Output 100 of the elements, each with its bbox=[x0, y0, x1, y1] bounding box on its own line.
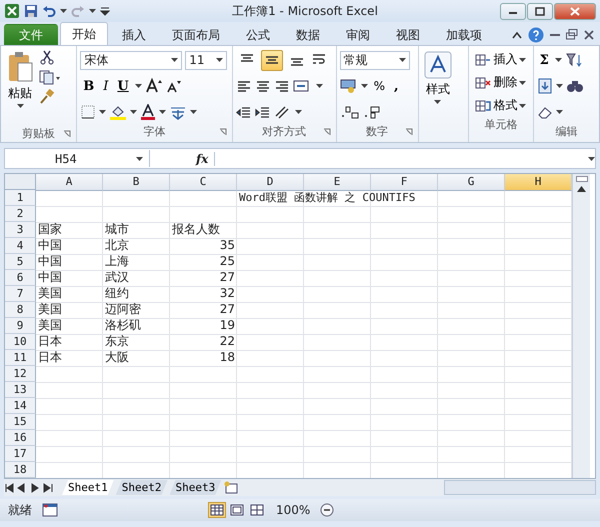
ribbon-tab[interactable]: 页面布局 bbox=[160, 24, 232, 45]
find-icon[interactable] bbox=[566, 79, 584, 93]
sheet-tab[interactable]: Sheet3 bbox=[170, 480, 222, 495]
dialog-launcher-icon[interactable] bbox=[404, 128, 413, 136]
row-header[interactable]: 16 bbox=[5, 430, 36, 446]
column-header[interactable]: A bbox=[36, 174, 103, 191]
help-icon[interactable] bbox=[528, 26, 544, 42]
underline-button[interactable]: U bbox=[114, 76, 132, 96]
horizontal-scrollbar[interactable] bbox=[444, 480, 596, 495]
row-header[interactable]: 1 bbox=[5, 190, 36, 206]
font-name-field[interactable]: 宋体 bbox=[80, 50, 182, 70]
percent-button[interactable]: % bbox=[370, 76, 388, 96]
currency-icon[interactable] bbox=[340, 78, 358, 94]
ribbon-tab[interactable]: 数据 bbox=[284, 24, 332, 45]
column-header[interactable]: C bbox=[170, 174, 237, 191]
view-button[interactable] bbox=[228, 502, 246, 518]
dialog-launcher-icon[interactable] bbox=[322, 128, 331, 136]
row-header[interactable]: 13 bbox=[5, 382, 36, 398]
column-header[interactable]: F bbox=[371, 174, 438, 191]
ribbon-tab[interactable]: 审阅 bbox=[334, 24, 382, 45]
styles-button[interactable]: 样式 bbox=[422, 49, 454, 125]
restore-workbook-icon[interactable] bbox=[566, 29, 578, 40]
insert-sheet-icon[interactable] bbox=[223, 481, 240, 494]
italic-button[interactable]: I bbox=[100, 76, 112, 96]
scroll-up-icon[interactable] bbox=[577, 186, 586, 192]
paste-button[interactable]: 粘贴 bbox=[4, 49, 36, 125]
ribbon-tab[interactable]: 插入 bbox=[110, 24, 158, 45]
row-header[interactable]: 7 bbox=[5, 286, 36, 302]
split-handle-icon[interactable] bbox=[576, 176, 588, 182]
zoom-out-icon[interactable] bbox=[320, 503, 334, 517]
format-painter-icon[interactable] bbox=[39, 89, 55, 105]
row-header[interactable]: 14 bbox=[5, 398, 36, 414]
spreadsheet-app-icon[interactable] bbox=[4, 3, 20, 19]
ribbon-tab[interactable]: 公式 bbox=[234, 24, 282, 45]
insert-function-button[interactable]: fx bbox=[190, 152, 216, 166]
view-button[interactable] bbox=[208, 502, 226, 518]
ribbon-tab[interactable]: 开始 bbox=[60, 22, 108, 45]
font-size-field[interactable]: 11 bbox=[185, 50, 228, 70]
dialog-launcher-icon[interactable] bbox=[63, 130, 72, 138]
copy-icon[interactable] bbox=[39, 69, 61, 85]
row-header[interactable]: 9 bbox=[5, 318, 36, 334]
dialog-launcher-icon[interactable] bbox=[218, 128, 227, 136]
row-header[interactable]: 17 bbox=[5, 446, 36, 462]
customize-toolbar-icon[interactable] bbox=[100, 5, 110, 17]
cells-button[interactable]: 格式 bbox=[472, 95, 530, 116]
clear-icon[interactable] bbox=[536, 105, 553, 119]
row-header[interactable]: 2 bbox=[5, 206, 36, 222]
cut-icon[interactable] bbox=[39, 49, 55, 65]
sheet-tab[interactable]: Sheet1 bbox=[62, 480, 114, 495]
decrease-indent-icon[interactable] bbox=[236, 105, 252, 119]
sheet-tab[interactable]: Sheet2 bbox=[116, 480, 168, 495]
fill-color-icon[interactable] bbox=[109, 104, 128, 120]
row-header[interactable]: 4 bbox=[5, 238, 36, 254]
close-button[interactable] bbox=[554, 2, 596, 20]
minimize-button[interactable] bbox=[500, 2, 526, 20]
font-color-icon[interactable] bbox=[140, 104, 156, 120]
column-header[interactable]: G bbox=[438, 174, 505, 191]
maximize-button[interactable] bbox=[527, 2, 553, 20]
column-header[interactable]: D bbox=[237, 174, 304, 191]
shrink-font-icon[interactable] bbox=[166, 78, 182, 94]
record-macro-icon[interactable] bbox=[42, 503, 58, 517]
row-header[interactable]: 12 bbox=[5, 366, 36, 382]
increase-indent-icon[interactable] bbox=[254, 105, 271, 119]
ribbon-tab[interactable]: 加载项 bbox=[434, 24, 494, 45]
row-header[interactable]: 15 bbox=[5, 414, 36, 430]
zoom-level[interactable]: 100% bbox=[276, 503, 310, 517]
row-header[interactable]: 10 bbox=[5, 334, 36, 350]
file-tab[interactable]: 文件 bbox=[4, 24, 58, 45]
row-header[interactable]: 8 bbox=[5, 302, 36, 318]
row-header[interactable]: 3 bbox=[5, 222, 36, 238]
column-header[interactable]: B bbox=[103, 174, 170, 191]
grow-font-icon[interactable] bbox=[144, 78, 163, 94]
view-button[interactable] bbox=[248, 502, 266, 518]
align-center-icon[interactable] bbox=[254, 79, 271, 93]
collapse-ribbon-icon[interactable] bbox=[512, 30, 522, 38]
row-header[interactable]: 18 bbox=[5, 462, 36, 478]
fill-icon[interactable] bbox=[536, 78, 553, 94]
column-header[interactable]: H bbox=[505, 174, 572, 191]
align-left-icon[interactable] bbox=[236, 79, 252, 93]
name-box[interactable]: H54 bbox=[5, 150, 150, 167]
undo-icon[interactable] bbox=[42, 4, 56, 18]
comma-style-button[interactable]: , bbox=[390, 76, 402, 96]
cells-button[interactable]: 插入 bbox=[472, 49, 530, 70]
vertical-scrollbar[interactable] bbox=[572, 174, 590, 478]
column-header[interactable]: E bbox=[304, 174, 371, 191]
row-header[interactable]: 11 bbox=[5, 350, 36, 366]
save-icon[interactable] bbox=[24, 4, 38, 18]
autosum-button[interactable]: Σ bbox=[536, 50, 552, 70]
align-right-icon[interactable] bbox=[274, 79, 290, 93]
close-workbook-icon[interactable] bbox=[584, 30, 594, 40]
increase-decimal-icon[interactable] bbox=[340, 104, 360, 120]
border-icon[interactable] bbox=[80, 104, 96, 120]
align-button[interactable] bbox=[260, 50, 283, 70]
bold-button[interactable]: B bbox=[80, 76, 98, 96]
dropdown-caret-icon bbox=[99, 110, 106, 114]
number-format-field[interactable]: 常规 bbox=[340, 50, 410, 70]
row-header[interactable]: 6 bbox=[5, 270, 36, 286]
row-header[interactable]: 5 bbox=[5, 254, 36, 270]
ribbon-tab[interactable]: 视图 bbox=[384, 24, 432, 45]
cells-button[interactable]: 删除 bbox=[472, 72, 530, 93]
